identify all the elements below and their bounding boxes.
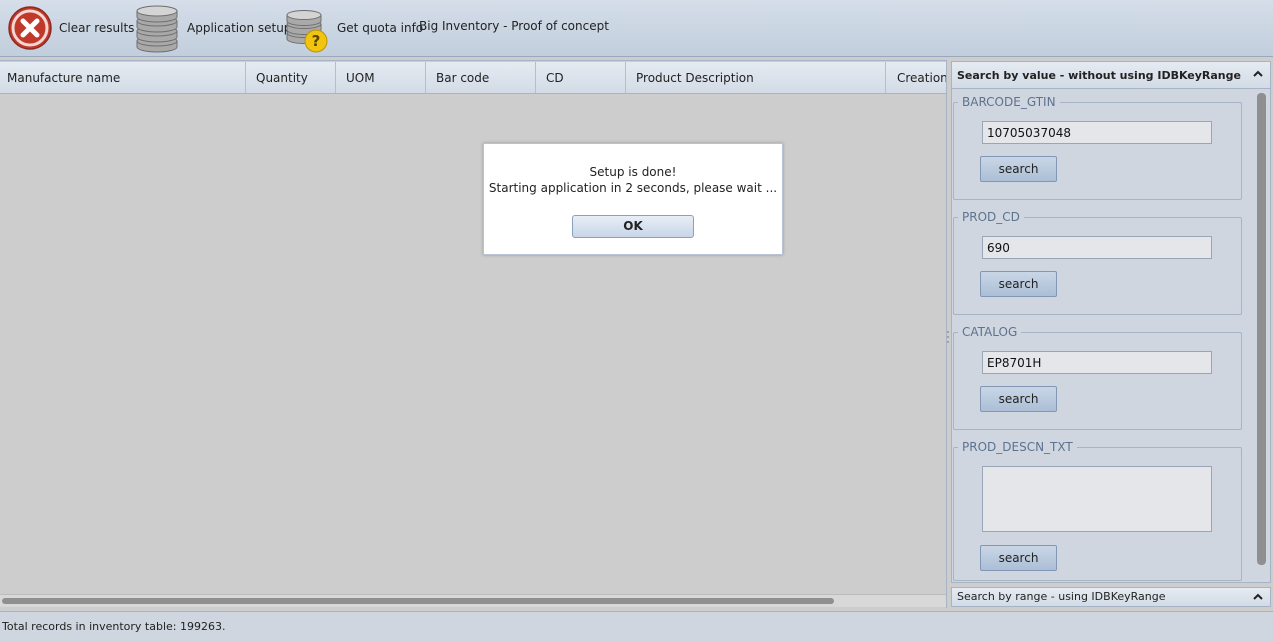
chevron-up-icon[interactable] [1252,68,1264,80]
barcode-gtin-search-button[interactable]: search [980,156,1057,182]
svg-text:?: ? [312,32,321,50]
close-circle-icon [8,6,52,50]
chevron-up-icon[interactable] [1252,591,1264,603]
catalog-input[interactable] [982,351,1212,374]
barcode-gtin-legend: BARCODE_GTIN [962,95,1056,109]
clear-results-button[interactable]: Clear results [7,0,134,56]
vertical-scrollbar-thumb[interactable] [1257,93,1266,565]
get-quota-info-button[interactable]: ? Get quota info [285,0,423,56]
prod-descn-txt-search-button[interactable]: search [980,545,1057,571]
prod-descn-txt-legend: PROD_DESCN_TXT [962,440,1073,454]
barcode-gtin-input[interactable] [982,121,1212,144]
toolbar: Clear results Application setup ? Get qu… [0,0,1273,57]
total-records-text: Total records in inventory table: 199263… [2,620,226,633]
prod-descn-txt-input[interactable] [982,466,1212,532]
catalog-legend: CATALOG [962,325,1018,339]
catalog-search-button[interactable]: search [980,386,1057,412]
dialog-message-line1: Setup is done! [589,165,677,179]
splitter-handle[interactable] [946,330,950,344]
search-by-range-title: Search by range - using IDBKeyRange [957,590,1166,603]
column-cd[interactable]: CD [536,62,626,93]
inventory-grid[interactable]: Manufacture name Quantity UOM Bar code C… [0,60,947,608]
dialog-ok-button[interactable]: OK [572,215,694,238]
search-by-value-header[interactable]: Search by value - without using IDBKeyRa… [951,61,1271,89]
database-question-icon: ? [286,10,328,53]
get-quota-info-label: Get quota info [337,21,424,35]
catalog-group: CATALOG [953,325,1242,430]
dialog-message-line2: Starting application in 2 seconds, pleas… [488,181,778,195]
application-setup-button[interactable]: Application setup [133,0,291,56]
column-manufacture-name[interactable]: Manufacture name [0,62,246,93]
clear-results-label: Clear results [59,21,135,35]
prod-cd-group: PROD_CD [953,210,1242,315]
application-setup-label: Application setup [187,21,292,35]
horizontal-scrollbar-thumb[interactable] [2,598,834,604]
grid-header: Manufacture name Quantity UOM Bar code C… [0,62,946,94]
app-title: Big Inventory - Proof of concept [419,19,609,33]
column-uom[interactable]: UOM [336,62,426,93]
column-quantity[interactable]: Quantity [246,62,336,93]
setup-done-dialog: Setup is done! Starting application in 2… [483,143,783,255]
column-bar-code[interactable]: Bar code [426,62,536,93]
horizontal-scrollbar[interactable] [0,594,946,607]
status-bar: Total records in inventory table: 199263… [0,611,1273,641]
search-by-range-header[interactable]: Search by range - using IDBKeyRange [951,587,1271,607]
search-by-value-title: Search by value - without using IDBKeyRa… [957,69,1241,82]
barcode-gtin-group: BARCODE_GTIN [953,95,1242,200]
database-icon [136,5,178,53]
prod-cd-search-button[interactable]: search [980,271,1057,297]
prod-cd-legend: PROD_CD [962,210,1020,224]
column-product-description[interactable]: Product Description [626,62,886,93]
prod-cd-input[interactable] [982,236,1212,259]
column-creation[interactable]: Creation [886,62,946,93]
